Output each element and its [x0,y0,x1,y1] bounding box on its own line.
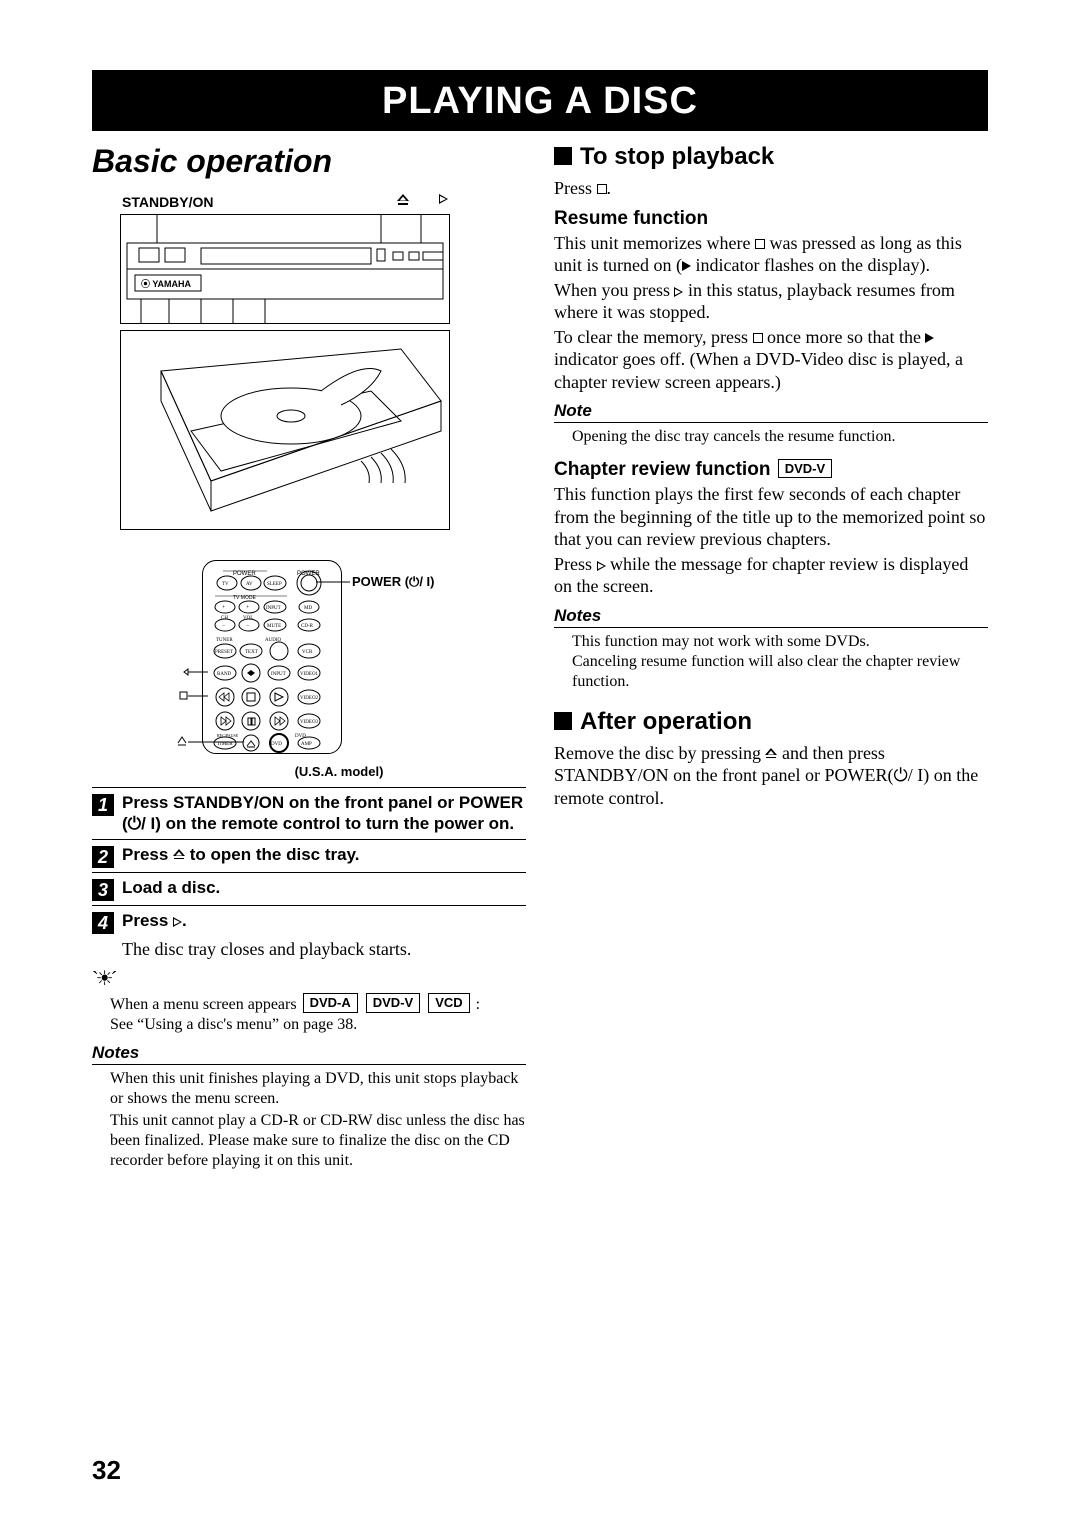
step-1-number: 1 [92,794,114,816]
stop-press-post: . [607,178,612,198]
note1-label: Note [554,401,592,420]
left-notes-label: Notes [92,1043,139,1062]
play-icon [439,194,448,204]
resume-p1: This unit memorizes where was pressed as… [554,232,988,277]
stop-press-pre: Press [554,178,597,198]
remote-model-note: (U.S.A. model) [152,764,526,779]
play-solid-icon [682,261,691,271]
step-4-text: Press . [122,910,187,931]
left-notes-label-row: Notes [92,1043,526,1065]
badge-dvdv: DVD-V [366,993,420,1013]
resume-p2-a: When you press [554,280,674,300]
chap-p2: Press while the message for chapter revi… [554,553,988,598]
resume-p3: To clear the memory, press once more so … [554,326,988,394]
notes2-label: Notes [554,606,601,625]
eject-icon [397,194,409,206]
play-solid-icon [925,333,934,343]
page-number: 32 [92,1455,121,1486]
after-title: After operation [554,708,988,736]
tip-pre: When a menu screen appears [110,996,301,1013]
step-3: 3 Load a disc. [92,872,526,905]
two-column-layout: Basic operation STANDBY/ON [92,143,988,1171]
step-1-text: Press STANDBY/ON on the front panel or P… [122,792,526,835]
step-2: 2 Press to open the disc tray. [92,839,526,872]
resume-p1-a: This unit memorizes where [554,233,755,253]
step-2-text: Press to open the disc tray. [122,844,359,865]
play-icon [597,561,606,571]
step-3-number: 3 [92,879,114,901]
remote-figure: POWER POWER TV AV SLEEP TV MODE + + INPU… [202,560,362,754]
resume-head: Resume function [554,208,988,230]
step-4-pre: Press [122,911,173,930]
right-column: To stop playback Press . Resume function… [554,143,988,1171]
play-icon [674,287,683,297]
after-p-a: Remove the disc by pressing [554,743,765,763]
remote-power-label: POWER (⏻/ I) [352,574,492,590]
brand-text: ⦿ YAMAHA [141,278,192,289]
chap-p2-b: while the message for chapter review is … [554,554,968,597]
step-4: 4 Press . [92,905,526,938]
chap-p2-a: Press [554,554,597,574]
front-panel-figure: ⦿ YAMAHA [120,214,450,324]
badge-dvda: DVD-A [303,993,358,1013]
stop-icon [753,333,763,343]
stop-press-line: Press . [554,177,988,200]
step-1: 1 Press STANDBY/ON on the front panel or… [92,787,526,839]
step-4-body: The disc tray closes and playback starts… [122,938,526,961]
resume-p1-c: indicator flashes on the display). [691,255,930,275]
step-2-number: 2 [92,846,114,868]
stop-icon [755,239,765,249]
eject-icon [765,748,777,760]
tip-post: : [476,996,480,1013]
step-2-pre: Press [122,845,173,864]
section-title: Basic operation [92,143,526,180]
after-p: Remove the disc by pressing and then pre… [554,742,988,810]
chapter-head: Chapter review function DVD-V [554,459,988,481]
step-4-number: 4 [92,912,114,934]
left-note-2: This unit cannot play a CD-R or CD-RW di… [110,1111,526,1171]
chapter-head-text: Chapter review function [554,459,776,480]
play-icon [173,917,182,927]
standby-label: STANDBY/ON [122,194,214,210]
resume-p3-c: indicator goes off. (When a DVD-Video di… [554,349,963,392]
resume-p3-a: To clear the memory, press [554,327,753,347]
tip-line: When a menu screen appears DVD-A DVD-V V… [110,993,526,1015]
stop-title-text: To stop playback [580,143,774,170]
resume-p3-b: once more so that the [763,327,926,347]
note1-body: Opening the disc tray cancels the resume… [572,427,988,447]
tip-line2: See “Using a disc's menu” on page 38. [110,1015,526,1035]
step-4-post: . [182,911,187,930]
notes2-label-row: Notes [554,606,988,628]
resume-p2: When you press in this status, playback … [554,279,988,324]
step-2-post: to open the disc tray. [185,845,359,864]
stop-title: To stop playback [554,143,988,171]
eject-icon [173,849,185,861]
disc-loading-figure [120,330,450,530]
step-3-text: Load a disc. [122,877,220,898]
stop-icon [597,184,607,194]
title-bar: PLAYING A DISC [92,70,988,131]
badge-dvdv-chap: DVD-V [778,459,832,478]
after-title-text: After operation [580,708,752,735]
badge-vcd: VCD [428,993,469,1013]
note1-label-row: Note [554,401,988,423]
notes2-n1: This function may not work with some DVD… [572,632,988,652]
chap-p1: This function plays the first few second… [554,483,988,551]
notes2-n2: Canceling resume function will also clea… [572,652,988,692]
main-title: PLAYING A DISC [92,80,988,123]
tip-icon: `☀´ [92,966,526,991]
left-column: Basic operation STANDBY/ON [92,143,526,1171]
left-note-1: When this unit finishes playing a DVD, t… [110,1069,526,1109]
front-panel-labels: STANDBY/ON [122,194,448,210]
